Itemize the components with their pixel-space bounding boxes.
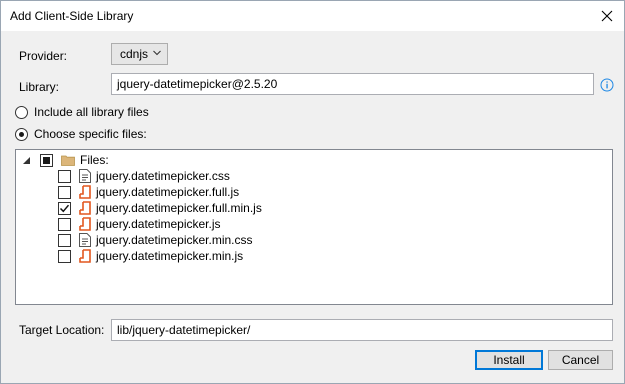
install-button[interactable]: Install — [475, 350, 543, 370]
choose-specific-files-option[interactable]: Choose specific files: — [15, 127, 147, 141]
file-checkbox[interactable] — [58, 185, 71, 199]
files-root-checkbox[interactable] — [40, 153, 53, 167]
choose-specific-radio[interactable] — [15, 127, 28, 141]
chevron-down-icon — [153, 50, 161, 56]
cancel-button[interactable]: Cancel — [548, 350, 613, 370]
target-location-label: Target Location: — [19, 323, 105, 337]
file-checkbox[interactable] — [58, 169, 71, 183]
include-all-files-option[interactable]: Include all library files — [15, 105, 149, 119]
file-name: jquery.datetimepicker.min.js — [96, 249, 244, 263]
close-icon — [601, 10, 613, 22]
provider-dropdown[interactable]: cdnjs — [111, 43, 168, 65]
close-button[interactable] — [596, 5, 618, 27]
file-name: jquery.datetimepicker.full.min.js — [96, 201, 262, 215]
checkmark-icon — [59, 204, 70, 212]
file-name: jquery.datetimepicker.full.js — [96, 185, 240, 199]
tree-item-file[interactable]: jquery.datetimepicker.min.css — [58, 232, 253, 248]
css-file-icon — [79, 169, 91, 183]
file-checkbox[interactable] — [58, 217, 71, 231]
provider-value: cdnjs — [120, 47, 149, 61]
tree-item-file[interactable]: jquery.datetimepicker.full.js — [58, 184, 239, 200]
choose-specific-label: Choose specific files: — [34, 127, 147, 141]
include-all-radio[interactable] — [15, 105, 28, 119]
include-all-label: Include all library files — [34, 105, 149, 119]
tree-item-file[interactable]: jquery.datetimepicker.js — [58, 216, 221, 232]
target-location-input[interactable]: lib/jquery-datetimepicker/ — [111, 319, 613, 341]
title-bar: Add Client-Side Library — [1, 1, 624, 31]
files-tree[interactable]: Files: jquery.datetimepicker.css jquery.… — [15, 149, 613, 305]
dialog-title: Add Client-Side Library — [10, 9, 134, 23]
css-file-icon — [79, 233, 91, 247]
file-name: jquery.datetimepicker.css — [96, 169, 230, 183]
tree-root-files[interactable]: Files: — [22, 152, 109, 168]
library-input[interactable]: jquery-datetimepicker@2.5.20 — [111, 73, 594, 95]
file-name: jquery.datetimepicker.js — [96, 217, 221, 231]
folder-icon — [61, 155, 75, 166]
add-client-side-library-dialog: Add Client-Side Library Provider: cdnjs … — [0, 0, 625, 384]
file-name: jquery.datetimepicker.min.css — [96, 233, 253, 247]
files-root-label: Files: — [80, 153, 109, 167]
file-checkbox[interactable] — [58, 249, 71, 263]
file-checkbox[interactable] — [58, 233, 71, 247]
library-label: Library: — [19, 80, 60, 94]
tree-item-file[interactable]: jquery.datetimepicker.min.js — [58, 248, 243, 264]
tree-item-file[interactable]: jquery.datetimepicker.full.min.js — [58, 200, 262, 216]
js-file-icon — [79, 185, 91, 199]
provider-label: Provider: — [19, 49, 68, 63]
tree-item-file[interactable]: jquery.datetimepicker.css — [58, 168, 230, 184]
collapse-arrow-icon[interactable] — [22, 156, 31, 165]
js-file-icon — [79, 217, 91, 231]
info-icon[interactable] — [600, 78, 614, 92]
js-file-icon — [79, 201, 91, 215]
file-checkbox[interactable] — [58, 201, 71, 215]
js-file-icon — [79, 249, 91, 263]
